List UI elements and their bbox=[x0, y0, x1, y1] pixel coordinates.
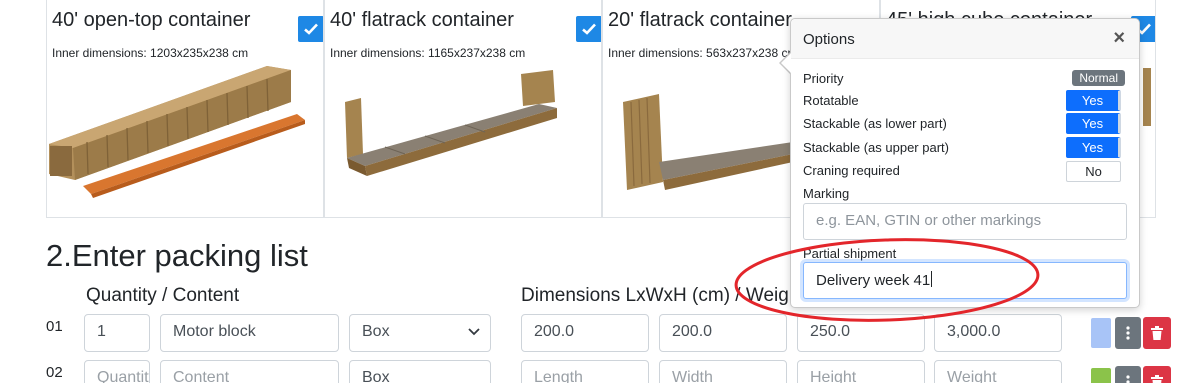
container-dimensions: Inner dimensions: 1165x237x238 cm bbox=[330, 46, 526, 60]
container-checkbox[interactable] bbox=[298, 16, 323, 42]
container-dimensions: Inner dimensions: 563x237x238 cm bbox=[608, 46, 798, 60]
rotatable-label: Rotatable bbox=[803, 93, 859, 108]
popover-header: Options × bbox=[791, 19, 1139, 59]
options-button[interactable] bbox=[1115, 317, 1141, 349]
weight-input[interactable]: Weight bbox=[934, 360, 1062, 383]
length-input[interactable]: 200.0 bbox=[521, 314, 649, 352]
trash-icon bbox=[1151, 375, 1163, 383]
package-type-value: Box bbox=[362, 369, 390, 383]
popover-title: Options bbox=[803, 31, 855, 48]
craning-toggle[interactable]: No bbox=[1066, 161, 1121, 182]
quantity-input[interactable]: 1 bbox=[84, 314, 150, 352]
row-number: 02 bbox=[46, 364, 63, 381]
delete-row-button[interactable] bbox=[1143, 317, 1171, 349]
container-title: 20' flatrack container bbox=[608, 9, 792, 31]
container-checkbox[interactable] bbox=[576, 16, 601, 42]
row-number: 01 bbox=[46, 318, 63, 335]
container-card-40-flatrack[interactable]: 40' flatrack container Inner dimensions:… bbox=[324, 0, 602, 218]
section-title-packing-list: 2.Enter packing list bbox=[46, 238, 308, 273]
close-icon[interactable]: × bbox=[1113, 28, 1125, 48]
quantity-input[interactable]: Quantity bbox=[84, 360, 150, 383]
trash-icon bbox=[1151, 326, 1163, 340]
marking-label: Marking bbox=[803, 186, 850, 201]
container-title: 40' flatrack container bbox=[330, 9, 514, 31]
delete-row-button[interactable] bbox=[1143, 366, 1171, 383]
package-type-select[interactable]: Box bbox=[349, 360, 491, 383]
options-button[interactable] bbox=[1115, 366, 1141, 383]
craning-label: Craning required bbox=[803, 163, 900, 178]
stackable-upper-label: Stackable (as upper part) bbox=[803, 140, 949, 155]
color-swatch[interactable] bbox=[1091, 368, 1111, 383]
container-dimensions: Inner dimensions: 1203x235x238 cm bbox=[52, 46, 249, 60]
open-top-container-image bbox=[49, 66, 305, 198]
priority-label: Priority bbox=[803, 71, 844, 86]
width-input[interactable]: Width bbox=[659, 360, 787, 383]
rotatable-toggle[interactable]: Yes bbox=[1066, 90, 1121, 111]
checkmark-icon bbox=[304, 23, 318, 35]
chevron-down-icon bbox=[468, 328, 480, 336]
content-input[interactable]: Content bbox=[160, 360, 339, 383]
length-input[interactable]: Length bbox=[521, 360, 649, 383]
package-type-value: Box bbox=[362, 323, 390, 340]
stackable-upper-toggle[interactable]: Yes bbox=[1066, 137, 1121, 158]
high-cube-container-image bbox=[1143, 68, 1151, 126]
content-input[interactable]: Motor block bbox=[160, 314, 339, 352]
color-swatch[interactable] bbox=[1091, 318, 1111, 348]
stackable-lower-label: Stackable (as lower part) bbox=[803, 116, 947, 131]
more-vertical-icon bbox=[1126, 326, 1130, 340]
container-card-40-open-top[interactable]: 40' open-top container Inner dimensions:… bbox=[46, 0, 324, 218]
annotation-ellipse bbox=[734, 238, 1040, 322]
height-input[interactable]: Height bbox=[797, 360, 925, 383]
popover-arrow-fill bbox=[781, 53, 791, 73]
col-header-quantity-content: Quantity / Content bbox=[86, 285, 240, 306]
package-type-select[interactable]: Box bbox=[349, 314, 491, 352]
priority-selector[interactable]: Normal bbox=[1072, 70, 1125, 86]
checkmark-icon bbox=[582, 23, 596, 35]
stackable-lower-toggle[interactable]: Yes bbox=[1066, 113, 1121, 134]
flatrack-container-image bbox=[345, 70, 557, 176]
more-vertical-icon bbox=[1126, 375, 1130, 383]
container-title: 40' open-top container bbox=[52, 9, 251, 31]
